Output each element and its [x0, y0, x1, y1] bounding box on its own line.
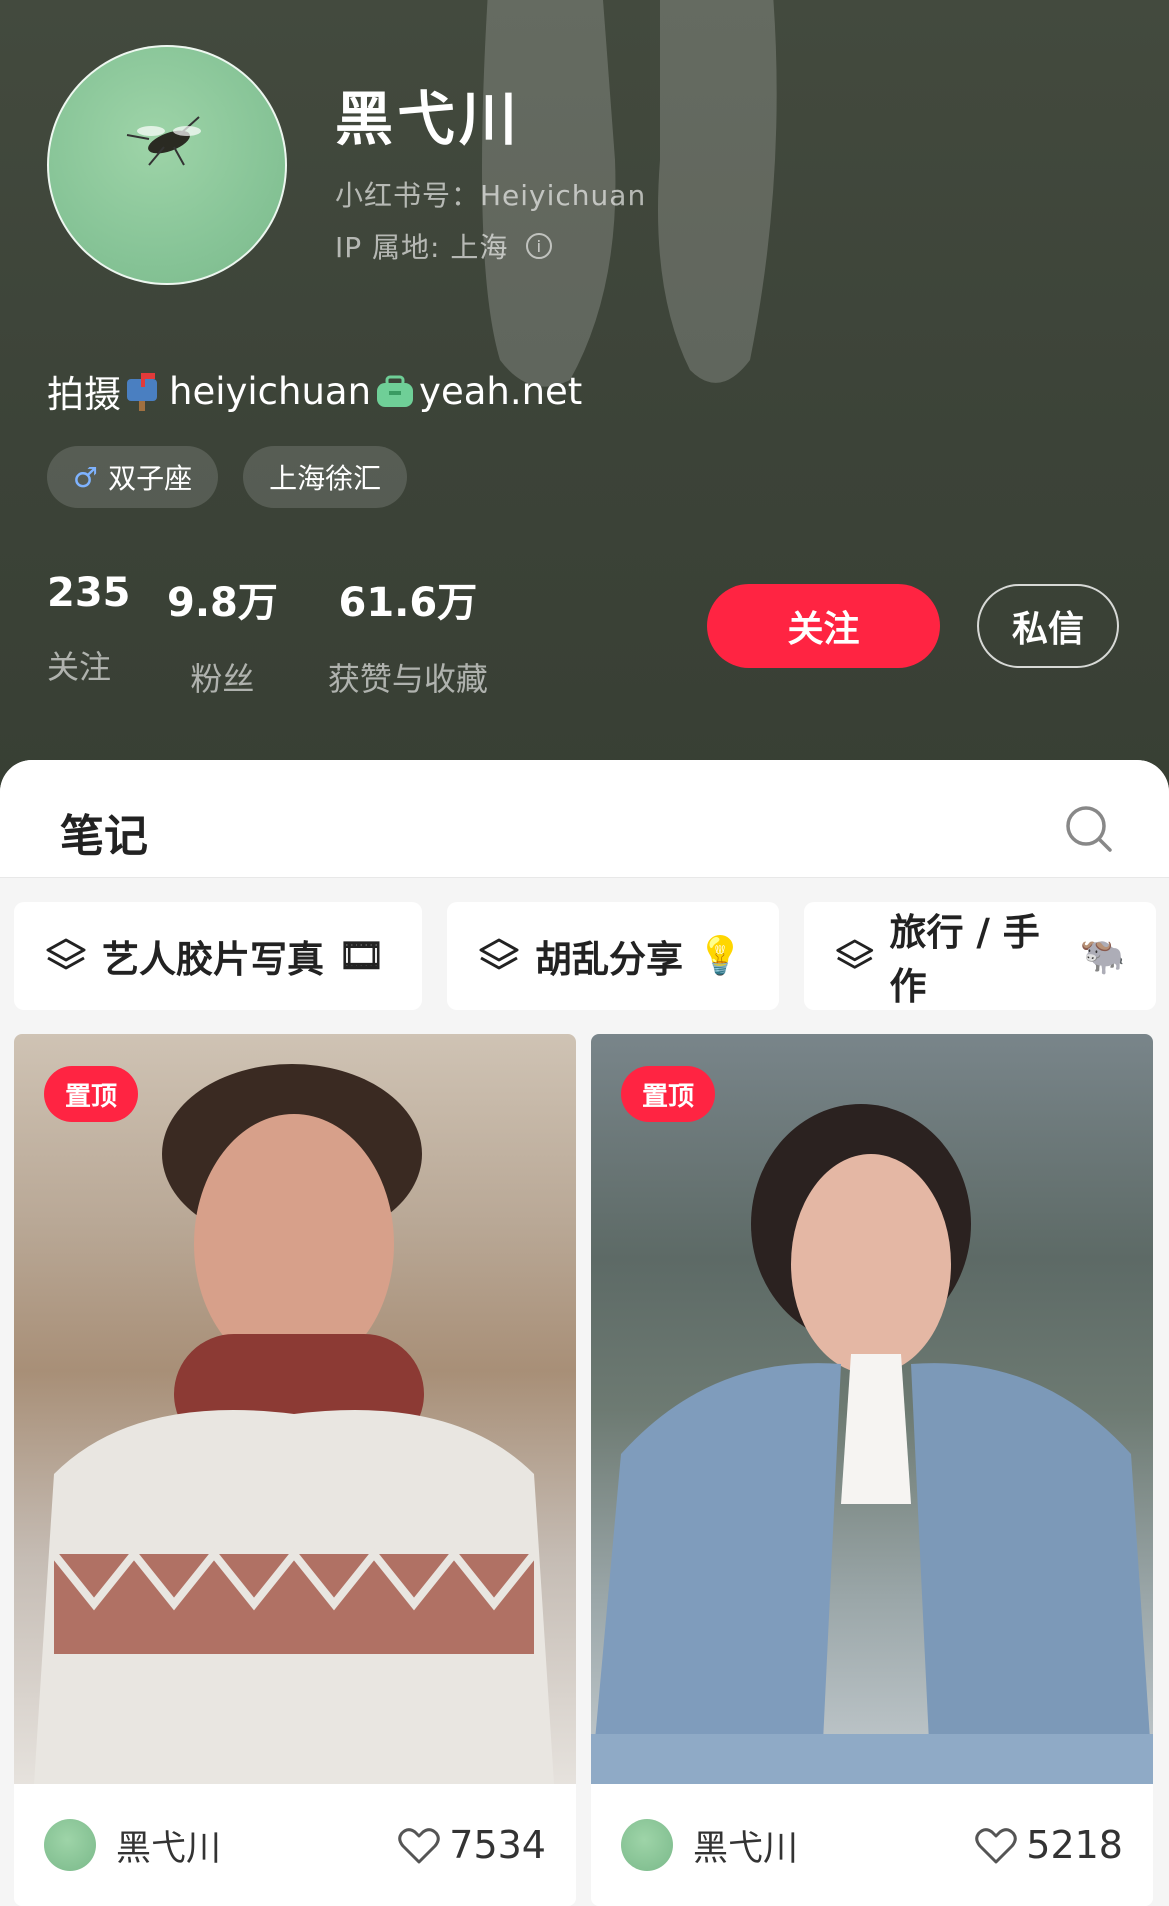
notes-panel: 笔记 艺人胶片写真 🎞 胡乱分享 💡 旅行 / 手作 🐃 置顶 黑弋川 7534… [0, 760, 1169, 1906]
mailbox-icon [123, 371, 167, 411]
stat-value: 61.6万 [338, 580, 478, 626]
heart-icon [975, 1828, 1018, 1864]
heart-icon [398, 1828, 441, 1864]
stat-followers[interactable]: 9.8万 粉丝 [167, 570, 278, 700]
author-avatar[interactable] [44, 1819, 96, 1871]
stat-following[interactable]: 235 关注 [47, 570, 131, 700]
like-count: 7534 [449, 1823, 546, 1867]
note-card-footer: 黑弋川 7534 [14, 1784, 576, 1906]
layers-icon [479, 938, 519, 970]
pinned-badge: 置顶 [44, 1066, 138, 1122]
note-cover-image: 置顶 [14, 1034, 576, 1784]
collection-label: 艺人胶片写真 [102, 938, 324, 981]
profile-avatar[interactable] [47, 45, 287, 285]
profile-bio: 拍摄 heiyichuan yeah.net [47, 364, 582, 418]
bio-prefix: 拍摄 [47, 373, 121, 416]
portrait-illustration [34, 1064, 554, 1784]
profile-header: 黑弋川 小红书号：Heiyichuan IP 属地: 上海 i 拍摄 heiyi… [0, 0, 1169, 800]
stat-value: 9.8万 [167, 580, 278, 626]
author-name[interactable]: 黑弋川 [693, 1820, 974, 1871]
collection-item[interactable]: 胡乱分享 💡 [447, 902, 779, 1010]
ip-location-row: IP 属地: 上海 i [335, 226, 553, 266]
profile-name: 黑弋川 [335, 85, 522, 153]
portrait-illustration [591, 1104, 1153, 1784]
note-card-footer: 黑弋川 5218 [591, 1784, 1153, 1906]
collection-item[interactable]: 艺人胶片写真 🎞 [14, 902, 422, 1010]
message-button[interactable]: 私信 [977, 584, 1119, 668]
like-button[interactable]: 5218 [974, 1823, 1123, 1867]
tag-label: 双子座 [108, 462, 193, 495]
stat-label: 粉丝 [190, 660, 255, 698]
search-icon[interactable] [1064, 804, 1114, 854]
layers-icon [46, 938, 86, 970]
follow-button[interactable]: 关注 [707, 584, 940, 668]
tab-notes[interactable]: 笔记 [60, 800, 148, 864]
collection-item[interactable]: 旅行 / 手作 🐃 [804, 902, 1156, 1010]
collection-label: 胡乱分享 [535, 938, 683, 981]
like-button[interactable]: 7534 [397, 1823, 546, 1867]
profile-stats: 235 关注 9.8万 粉丝 61.6万 获赞与收藏 [47, 570, 488, 700]
note-card[interactable]: 置顶 黑弋川 7534 [14, 1034, 576, 1906]
author-name[interactable]: 黑弋川 [116, 1820, 397, 1871]
male-symbol-icon: ♂ [73, 460, 99, 494]
luggage-icon [373, 371, 417, 411]
layers-icon [836, 939, 874, 969]
bio-email-user: heiyichuan [169, 369, 372, 413]
tag-location[interactable]: 上海徐汇 [243, 446, 408, 508]
stat-value: 235 [47, 570, 131, 616]
author-avatar[interactable] [621, 1819, 673, 1871]
stat-likes-collects[interactable]: 61.6万 获赞与收藏 [328, 570, 488, 700]
avatar-insect-image [126, 116, 201, 166]
tag-zodiac[interactable]: ♂ 双子座 [47, 446, 219, 508]
lightbulb-icon: 💡 [697, 934, 744, 977]
water-buffalo-icon: 🐃 [1079, 934, 1126, 977]
info-icon[interactable]: i [526, 233, 553, 259]
tag-label: 上海徐汇 [269, 462, 382, 495]
film-icon: 🎞 [338, 934, 385, 977]
profile-id: 小红书号：Heiyichuan [335, 179, 647, 212]
bio-email-domain: yeah.net [419, 369, 583, 413]
collection-list: 艺人胶片写真 🎞 胡乱分享 💡 旅行 / 手作 🐃 [14, 902, 1156, 1010]
notes-grid: 置顶 黑弋川 7534 置顶 黑弋川 5218 [14, 1034, 1153, 1906]
note-cover-image: 置顶 [591, 1034, 1153, 1784]
like-count: 5218 [1026, 1823, 1123, 1867]
stat-label: 获赞与收藏 [327, 660, 488, 698]
ip-location: IP 属地: 上海 [335, 231, 509, 264]
stat-label: 关注 [47, 648, 112, 686]
pinned-badge: 置顶 [621, 1066, 715, 1122]
collection-label: 旅行 / 手作 [889, 911, 1040, 1008]
note-card[interactable]: 置顶 黑弋川 5218 [591, 1034, 1153, 1906]
notes-tab-bar: 笔记 [0, 760, 1169, 878]
profile-tags: ♂ 双子座 上海徐汇 [47, 446, 408, 508]
